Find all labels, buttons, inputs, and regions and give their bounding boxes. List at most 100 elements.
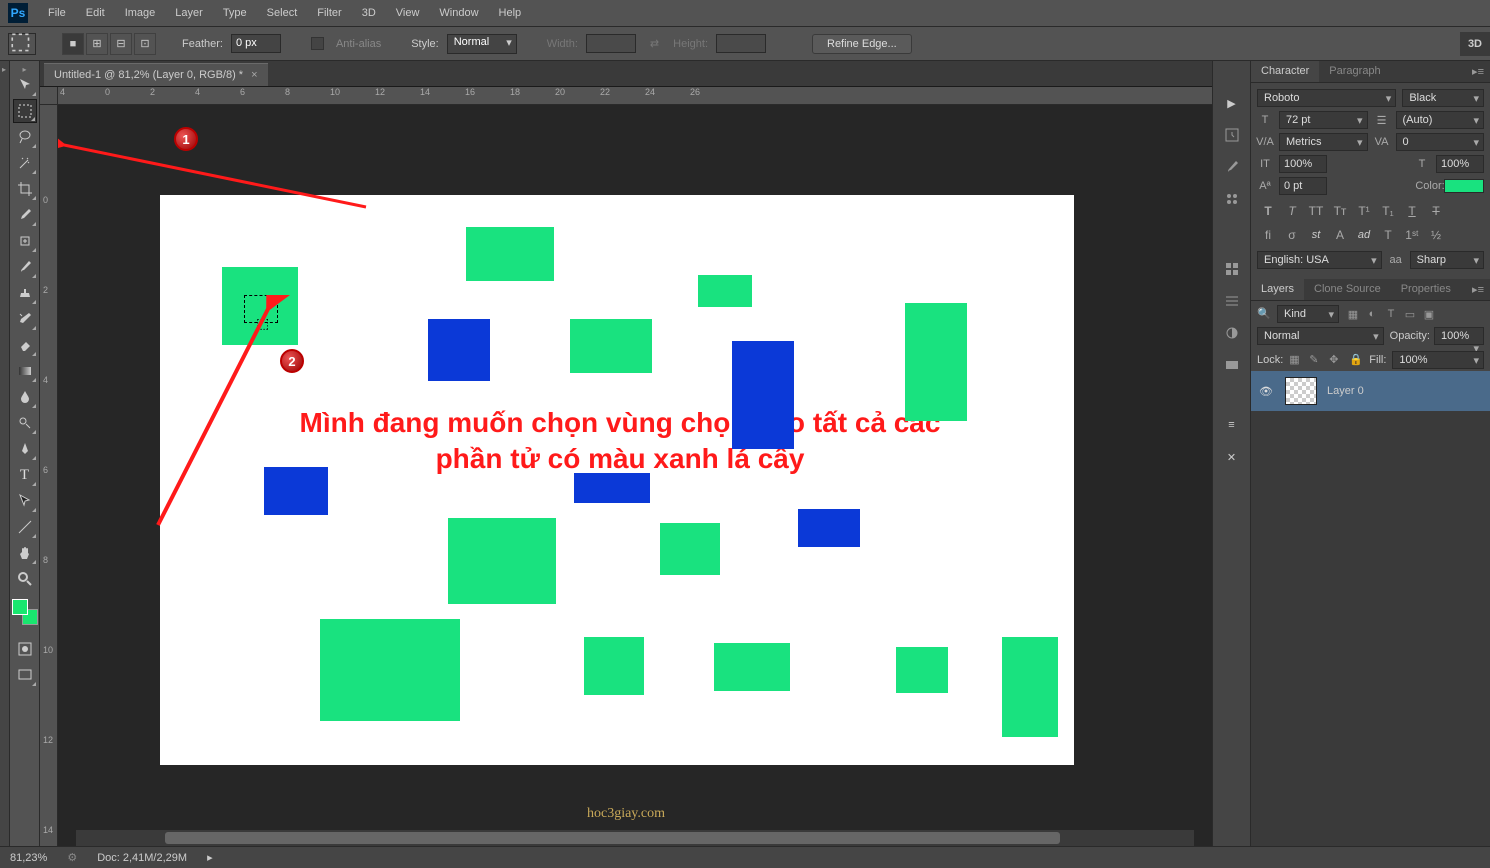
pen-tool[interactable] [13, 437, 37, 461]
brush-panel-icon[interactable] [1220, 155, 1244, 179]
subscript-button[interactable]: T₁ [1379, 203, 1397, 219]
swatches-panel-icon[interactable] [1220, 257, 1244, 281]
scrollbar-horizontal[interactable] [76, 830, 1194, 846]
ot-half[interactable]: ½ [1427, 227, 1445, 243]
move-tool[interactable] [13, 73, 37, 97]
menu-layer[interactable]: Layer [165, 3, 213, 23]
refine-edge-button[interactable]: Refine Edge... [812, 34, 912, 54]
superscript-button[interactable]: T¹ [1355, 203, 1373, 219]
layer-visibility-icon[interactable]: 👁 [1259, 385, 1275, 398]
collapsed-left-panel[interactable] [0, 61, 10, 846]
lock-pixels-icon[interactable]: ✎ [1309, 353, 1323, 367]
ot-ad[interactable]: ad [1355, 227, 1373, 243]
feather-input[interactable]: 0 px [231, 34, 281, 53]
rectangle-tool[interactable] [13, 515, 37, 539]
lock-all-icon[interactable]: 🔒 [1349, 353, 1363, 367]
document-tab-close-icon[interactable]: × [251, 69, 257, 81]
font-family-select[interactable]: Roboto [1257, 89, 1396, 107]
brush-presets-icon[interactable] [1220, 187, 1244, 211]
type-tool[interactable]: T [13, 463, 37, 487]
font-weight-select[interactable]: Black [1402, 89, 1484, 107]
hscale-input[interactable]: 100% [1436, 155, 1484, 173]
hand-tool[interactable] [13, 541, 37, 565]
menu-filter[interactable]: Filter [307, 3, 351, 23]
ot-sigma[interactable]: σ [1283, 227, 1301, 243]
filter-pixel-icon[interactable]: ▦ [1345, 306, 1361, 322]
status-more-icon[interactable]: ▸ [207, 851, 213, 864]
ot-1st[interactable]: 1ˢᵗ [1403, 227, 1421, 243]
menu-edit[interactable]: Edit [76, 3, 115, 23]
vscale-input[interactable]: 100% [1279, 155, 1327, 173]
zoom-tool[interactable] [13, 567, 37, 591]
blend-mode-select[interactable]: Normal [1257, 327, 1384, 345]
language-select[interactable]: English: USA [1257, 251, 1382, 269]
allcaps-button[interactable]: TT [1307, 203, 1325, 219]
path-selection-tool[interactable] [13, 489, 37, 513]
ot-a[interactable]: A [1331, 227, 1349, 243]
history-brush-tool[interactable] [13, 307, 37, 331]
panel-menu-icon[interactable]: ▸≡ [1466, 61, 1490, 82]
quick-mask-icon[interactable] [13, 637, 37, 661]
adjustments-panel-icon[interactable] [1220, 321, 1244, 345]
baseline-input[interactable]: 0 pt [1279, 177, 1327, 195]
foreground-color-swatch[interactable] [12, 599, 28, 615]
status-gear-icon[interactable]: ⚙ [67, 851, 77, 864]
selection-intersect-icon[interactable]: ⊡ [134, 33, 156, 55]
menu-type[interactable]: Type [213, 3, 257, 23]
style-select[interactable]: Normal [447, 34, 517, 54]
doc-size-info[interactable]: Doc: 2,41M/2,29M [97, 852, 187, 864]
scrollbar-thumb[interactable] [165, 832, 1059, 844]
crop-tool[interactable] [13, 177, 37, 201]
layer-row[interactable]: 👁 Layer 0 [1251, 371, 1490, 411]
eyedropper-tool[interactable] [13, 203, 37, 227]
ot-st[interactable]: st [1307, 227, 1325, 243]
healing-brush-tool[interactable] [13, 229, 37, 253]
color-swatches[interactable] [12, 599, 38, 625]
menu-window[interactable]: Window [429, 3, 488, 23]
navigator-panel-icon[interactable]: ✕ [1220, 445, 1244, 469]
menu-select[interactable]: Select [257, 3, 308, 23]
antialias-select[interactable]: Sharp [1410, 251, 1484, 269]
lasso-tool[interactable] [13, 125, 37, 149]
filter-shape-icon[interactable]: ▭ [1402, 306, 1418, 322]
panel-menu-layers-icon[interactable]: ▸≡ [1466, 279, 1490, 300]
kerning-select[interactable]: Metrics [1279, 133, 1368, 151]
filter-adjust-icon[interactable]: ◐ [1364, 306, 1380, 322]
menu-image[interactable]: Image [115, 3, 166, 23]
history-panel-icon[interactable] [1220, 123, 1244, 147]
layer-name[interactable]: Layer 0 [1327, 385, 1364, 397]
document-tab[interactable]: Untitled-1 @ 81,2% (Layer 0, RGB/8) * × [44, 63, 268, 86]
document-canvas[interactable]: Mình đang muốn chọn vùng chọn cho tất cả… [160, 195, 1074, 765]
filter-smart-icon[interactable]: ▣ [1421, 306, 1437, 322]
font-size-select[interactable]: 72 pt [1279, 111, 1368, 129]
text-color-swatch[interactable] [1444, 179, 1484, 193]
lock-transparency-icon[interactable]: ▦ [1289, 353, 1303, 367]
menu-3d[interactable]: 3D [352, 3, 386, 23]
canvas-viewport[interactable]: Mình đang muốn chọn vùng chọn cho tất cả… [58, 105, 1212, 846]
eraser-tool[interactable] [13, 333, 37, 357]
italic-button[interactable]: T [1283, 203, 1301, 219]
screen-mode-icon[interactable] [13, 663, 37, 687]
marquee-tool[interactable] [13, 99, 37, 123]
strikethrough-button[interactable]: T [1427, 203, 1445, 219]
ruler-vertical[interactable]: 02468101214 [40, 105, 58, 846]
clone-stamp-tool[interactable] [13, 281, 37, 305]
dodge-tool[interactable] [13, 411, 37, 435]
zoom-level[interactable]: 81,23% [10, 852, 47, 864]
smallcaps-button[interactable]: Tᴛ [1331, 203, 1349, 219]
tab-layers[interactable]: Layers [1251, 279, 1304, 300]
selection-new-icon[interactable]: ■ [62, 33, 84, 55]
tab-properties[interactable]: Properties [1391, 279, 1461, 300]
opacity-input[interactable]: 100% [1434, 327, 1484, 345]
underline-button[interactable]: T [1403, 203, 1421, 219]
leading-select[interactable]: (Auto) [1396, 111, 1485, 129]
filter-type-icon[interactable]: T [1383, 306, 1399, 322]
magic-wand-tool[interactable] [13, 151, 37, 175]
styles-panel-icon[interactable] [1220, 289, 1244, 313]
menu-help[interactable]: Help [489, 3, 532, 23]
brush-tool[interactable] [13, 255, 37, 279]
gradient-tool[interactable] [13, 359, 37, 383]
blur-tool[interactable] [13, 385, 37, 409]
tracking-select[interactable]: 0 [1396, 133, 1485, 151]
bold-button[interactable]: T [1259, 203, 1277, 219]
